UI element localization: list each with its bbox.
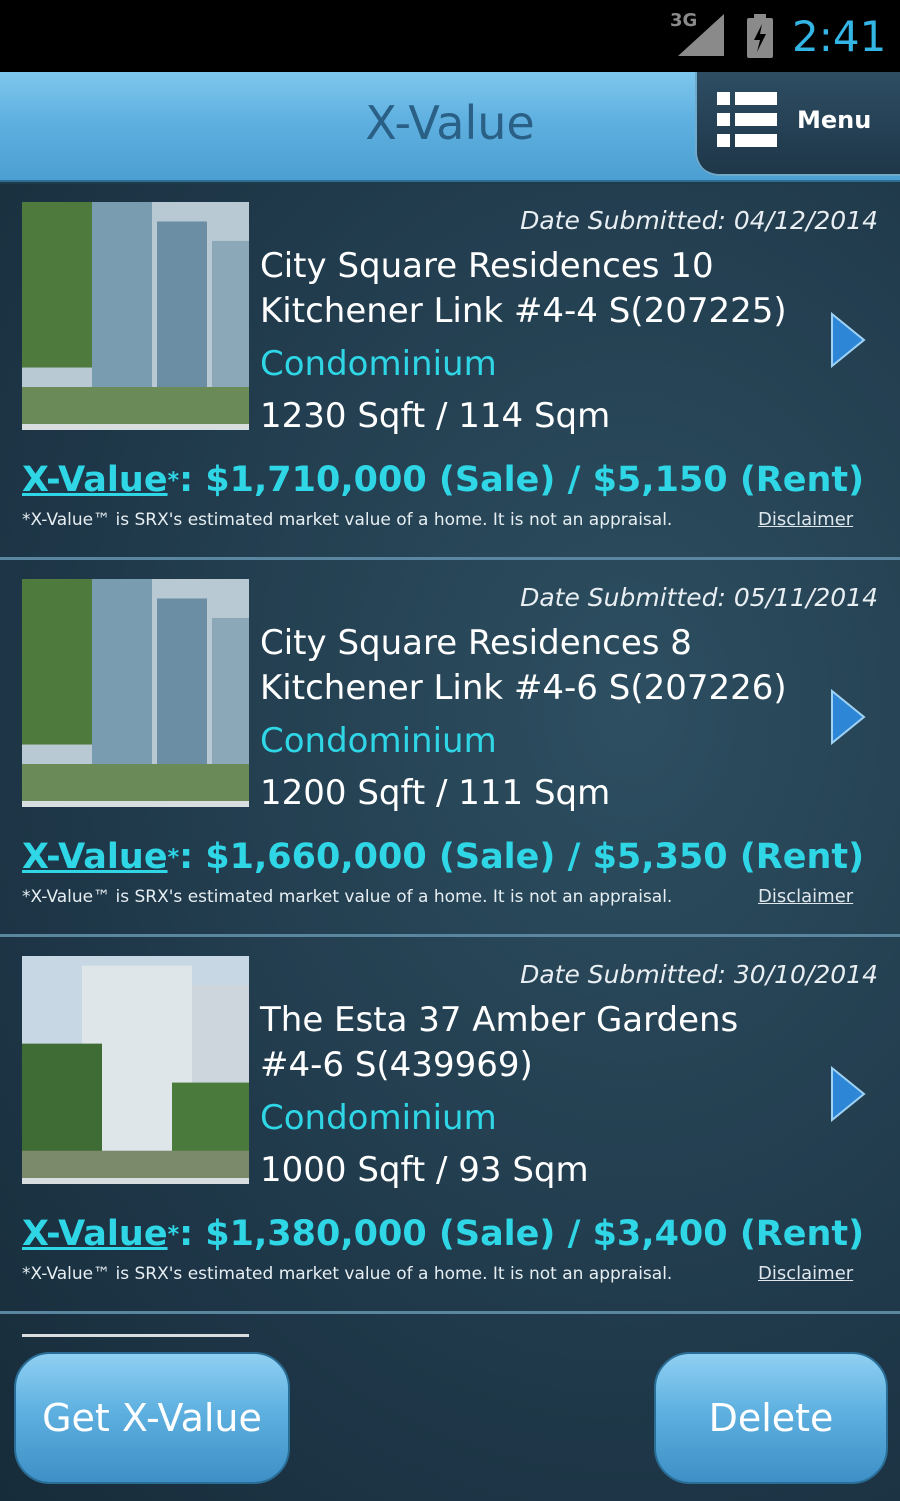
xvalue-summary: X-Value*: $1,660,000 (Sale) / $5,350 (Re…: [22, 837, 865, 877]
property-size: 1230 Sqft / 114 Sqm: [260, 396, 611, 436]
disclaimer-link[interactable]: Disclaimer: [758, 509, 853, 530]
property-address[interactable]: City Square Residences 8 Kitchener Link …: [260, 621, 820, 711]
list-menu-icon: [717, 92, 777, 148]
property-size: 1200 Sqft / 111 Sqm: [260, 773, 611, 813]
xvalue-note: *X-Value™ is SRX's estimated market valu…: [22, 1264, 673, 1284]
clock: 2:41: [792, 12, 887, 61]
address-line-2: Kitchener Link #4-4 S(207225): [260, 291, 787, 331]
xvalue-amount: : $1,380,000 (Sale) / $3,400 (Rent): [179, 1214, 865, 1254]
address-line-2: #4-6 S(439969): [260, 1045, 533, 1085]
property-size: 1000 Sqft / 93 Sqm: [260, 1150, 589, 1190]
battery-charging-icon: [747, 14, 773, 58]
address-line-1: City Square Residences 8: [260, 623, 692, 663]
chevron-right-icon[interactable]: [830, 689, 866, 745]
network-type: 3G: [670, 10, 698, 31]
date-submitted: Date Submitted: 30/10/2014: [520, 960, 878, 989]
address-line-1: The Esta 37 Amber Gardens: [260, 1000, 739, 1040]
list-item[interactable]: Date Submitted: 05/11/2014 City Square R…: [0, 561, 900, 937]
address-line-2: Kitchener Link #4-6 S(207226): [260, 668, 787, 708]
get-xvalue-button[interactable]: Get X-Value: [14, 1352, 290, 1484]
property-address[interactable]: City Square Residences 10 Kitchener Link…: [260, 244, 820, 334]
property-address[interactable]: The Esta 37 Amber Gardens #4-6 S(439969): [260, 998, 820, 1088]
disclaimer-link[interactable]: Disclaimer: [758, 1263, 853, 1284]
xvalue-note: *X-Value™ is SRX's estimated market valu…: [22, 510, 673, 530]
date-submitted: Date Submitted: 04/12/2014: [520, 206, 878, 235]
xvalue-link[interactable]: X-Value: [22, 837, 168, 877]
delete-button[interactable]: Delete: [654, 1352, 888, 1484]
status-bar: 3G 2:41: [0, 0, 900, 72]
disclaimer-link[interactable]: Disclaimer: [758, 886, 853, 907]
property-photo: [22, 579, 249, 807]
address-line-1: City Square Residences 10: [260, 246, 714, 286]
property-type: Condominium: [260, 721, 497, 761]
property-photo: [22, 202, 249, 430]
property-photo: [22, 956, 249, 1184]
xvalue-summary: X-Value*: $1,710,000 (Sale) / $5,150 (Re…: [22, 460, 865, 500]
xvalue-note: *X-Value™ is SRX's estimated market valu…: [22, 887, 673, 907]
menu-button[interactable]: Menu: [695, 72, 900, 176]
property-type: Condominium: [260, 1098, 497, 1138]
property-type: Condominium: [260, 344, 497, 384]
list-item[interactable]: Date Submitted: 04/12/2014 City Square R…: [0, 184, 900, 560]
menu-label: Menu: [797, 106, 872, 134]
chevron-right-icon[interactable]: [830, 312, 866, 368]
date-submitted: Date Submitted: 05/11/2014: [520, 583, 878, 612]
xvalue-amount: : $1,710,000 (Sale) / $5,150 (Rent): [179, 460, 865, 500]
list-item-partial: [22, 1334, 249, 1337]
chevron-right-icon[interactable]: [830, 1066, 866, 1122]
xvalue-list[interactable]: Date Submitted: 04/12/2014 City Square R…: [0, 184, 900, 1501]
xvalue-amount: : $1,660,000 (Sale) / $5,350 (Rent): [179, 837, 865, 877]
xvalue-link[interactable]: X-Value: [22, 460, 168, 500]
xvalue-summary: X-Value*: $1,380,000 (Sale) / $3,400 (Re…: [22, 1214, 865, 1254]
xvalue-link[interactable]: X-Value: [22, 1214, 168, 1254]
list-item[interactable]: Date Submitted: 30/10/2014 The Esta 37 A…: [0, 938, 900, 1314]
